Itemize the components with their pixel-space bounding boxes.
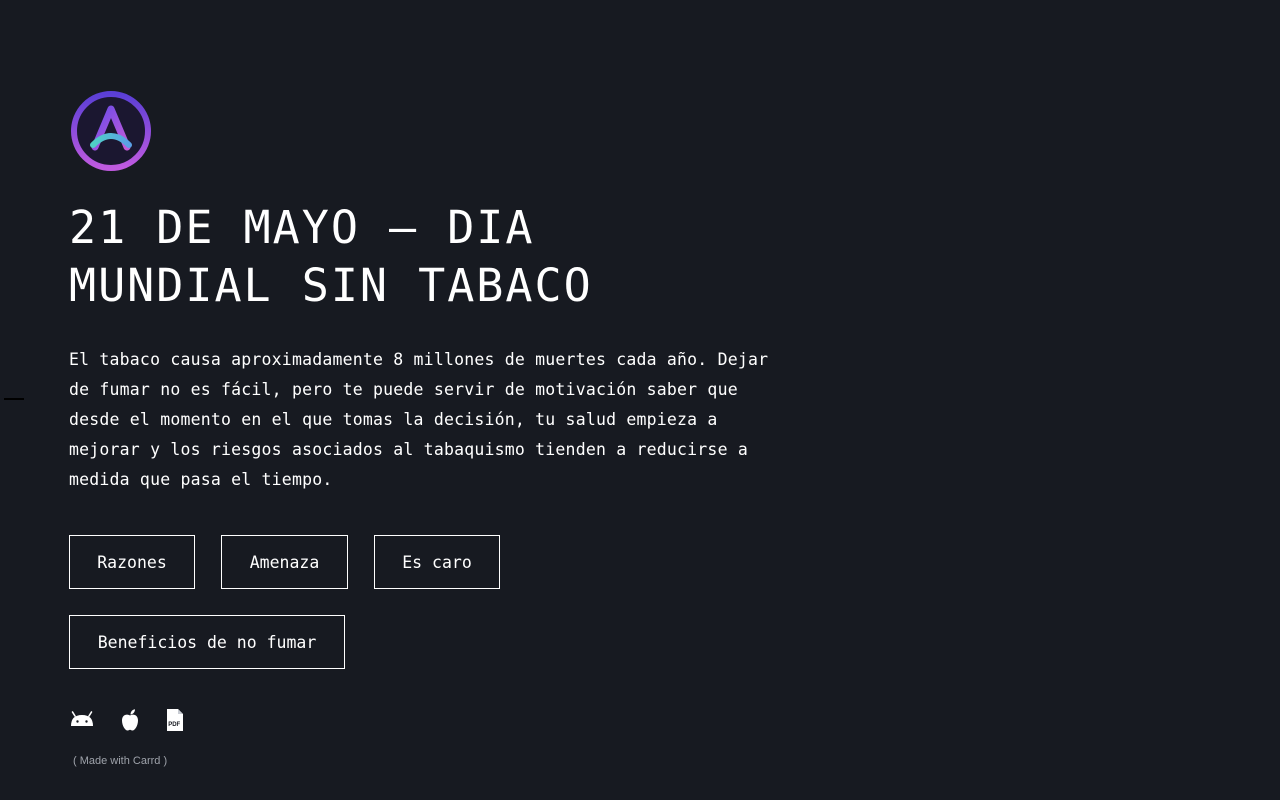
made-with-carrd-link[interactable]: ( Made with Carrd ) [73,755,789,767]
es-caro-button[interactable]: Es caro [374,535,500,589]
razones-button[interactable]: Razones [69,535,195,589]
android-link[interactable] [69,710,95,730]
title-line-2: MUNDIAL SIN TABACO [69,259,593,312]
edge-mark [4,398,24,400]
intro-paragraph: El tabaco causa aproximadamente 8 millon… [69,350,769,489]
svg-text:PDF: PDF [168,722,180,728]
android-icon [71,711,93,726]
pdf-link[interactable]: PDF [165,708,185,732]
logo [71,91,151,171]
page-title: 21 DE MAYO – DIA MUNDIAL SIN TABACO [69,199,789,315]
main-content: 21 DE MAYO – DIA MUNDIAL SIN TABACO El t… [69,89,789,767]
apple-icon [122,709,138,731]
page: 21 DE MAYO – DIA MUNDIAL SIN TABACO El t… [0,0,1280,800]
beneficios-button[interactable]: Beneficios de no fumar [69,615,345,669]
button-row-1: Razones Amenaza Es caro [69,535,789,589]
amenaza-button[interactable]: Amenaza [221,535,348,589]
apple-link[interactable] [119,708,141,732]
icon-links: PDF [69,707,789,733]
pdf-icon: PDF [167,709,183,731]
title-line-1: 21 DE MAYO – DIA [69,201,535,254]
button-row-2: Beneficios de no fumar [69,615,789,669]
